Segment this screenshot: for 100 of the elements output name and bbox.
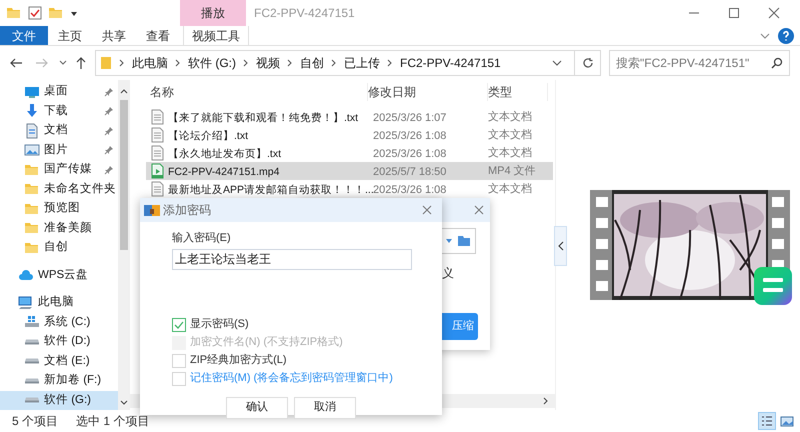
nav-item[interactable]: 桌面 xyxy=(0,82,118,102)
chevron-right-icon xyxy=(543,397,549,405)
close-icon[interactable] xyxy=(422,205,432,215)
ribbon-tab[interactable]: 视频工具 xyxy=(183,26,249,45)
dropdown-caret-icon[interactable] xyxy=(70,9,78,17)
scrollbar-thumb[interactable] xyxy=(120,100,128,250)
breadcrumb-item[interactable]: 视频 xyxy=(256,54,280,72)
file-name: 最新地址及APP请发邮箱自动获取！！！... xyxy=(168,184,374,196)
ribbon-tab[interactable]: 共享 xyxy=(92,26,136,45)
file-row[interactable]: 【永久地址发布页】.txt 2025/3/26 1:08 文本文档 xyxy=(146,144,553,162)
nav-item[interactable]: WPS云盘 xyxy=(0,266,118,285)
nav-item[interactable]: 国产传媒 xyxy=(0,160,118,180)
video-file-icon xyxy=(150,163,164,179)
dialog-button[interactable]: 确认 xyxy=(226,396,288,418)
close-icon[interactable] xyxy=(768,7,780,19)
file-date: 2025/3/26 1:07 xyxy=(373,112,446,124)
checkbox-icon[interactable] xyxy=(28,6,42,20)
column-header[interactable]: 名称 xyxy=(150,83,368,101)
chevron-down-icon[interactable] xyxy=(59,59,67,67)
refresh-icon[interactable] xyxy=(582,57,594,69)
checkbox-label[interactable]: ZIP经典加密方式(L) xyxy=(190,352,287,369)
chevron-down-icon[interactable] xyxy=(552,59,562,67)
chevron-up-icon xyxy=(120,88,128,94)
ribbon-tab[interactable]: 文件 xyxy=(0,26,48,45)
collapse-button[interactable] xyxy=(554,226,567,266)
chevron-right-icon xyxy=(175,59,181,67)
nav-item[interactable]: 预览图 xyxy=(0,199,118,218)
ribbon-tab[interactable]: 查看 xyxy=(136,26,180,45)
scrollbar[interactable] xyxy=(118,80,130,410)
file-row[interactable]: 最新地址及APP请发邮箱自动获取！！！...2025/3/26 1:08 文本文档 xyxy=(146,180,553,198)
drive-icon xyxy=(24,358,40,364)
archive-icon xyxy=(144,203,160,217)
dialog-title: 添加密码 xyxy=(163,202,211,219)
nav-item[interactable]: 文档 (E:) xyxy=(0,352,118,371)
breadcrumb-item[interactable]: FC2-PPV-4247151 xyxy=(400,54,501,72)
nav-item[interactable]: 未命名文件夹 xyxy=(0,180,118,199)
file-row[interactable]: 【论坛介绍】.txt 2025/3/26 1:08 文本文档 xyxy=(146,126,553,144)
file-type: 文本文档 xyxy=(488,110,532,125)
search-field[interactable]: 搜索"FC2-PPV-4247151" xyxy=(609,50,790,76)
breadcrumb-item[interactable]: 已上传 xyxy=(344,54,380,72)
nav-item[interactable]: 软件 (D:) xyxy=(0,332,118,352)
option-text: 义 xyxy=(442,265,454,282)
close-icon[interactable] xyxy=(474,205,484,215)
search-icon xyxy=(771,57,783,69)
list-view-icon xyxy=(761,415,773,427)
breadcrumb-item[interactable]: 此电脑 xyxy=(132,54,168,72)
password-field[interactable]: 上老王论坛当老王 xyxy=(172,248,412,270)
folder-icon[interactable] xyxy=(457,235,471,247)
document-icon xyxy=(24,122,40,139)
file-type: MP4 文件 xyxy=(488,164,536,179)
checkbox[interactable] xyxy=(172,354,186,368)
window-title: FC2-PPV-4247151 xyxy=(253,5,356,22)
column-header[interactable]: 类型 xyxy=(488,83,548,101)
dialog-button[interactable]: 取消 xyxy=(294,396,356,418)
up-arrow-icon[interactable] xyxy=(75,56,87,70)
back-arrow-icon[interactable] xyxy=(9,57,23,69)
help-icon[interactable] xyxy=(778,28,794,44)
breadcrumb-item[interactable]: 自创 xyxy=(300,54,324,72)
text-file-icon xyxy=(150,181,164,197)
text-file-icon xyxy=(150,109,164,125)
drive-icon xyxy=(24,338,40,345)
address-bar[interactable]: 此电脑 软件 (G:) 视频 自创 已上传 FC2-PPV-4247151 xyxy=(95,50,601,76)
chevron-down-icon[interactable] xyxy=(760,30,770,40)
nav-item[interactable]: 准备美颜 xyxy=(0,218,118,238)
nav-item[interactable]: 系统 (C:) xyxy=(0,312,118,332)
file-date: 2025/3/26 1:08 xyxy=(373,184,446,196)
download-arrow-icon xyxy=(24,103,40,120)
thumbnail-view-icon[interactable] xyxy=(780,415,794,427)
chevron-right-icon xyxy=(287,59,293,67)
details-view-button[interactable] xyxy=(758,412,776,430)
chevron-right-icon xyxy=(331,59,337,67)
text-file-icon xyxy=(150,127,164,143)
nav-item[interactable]: 此电脑 xyxy=(0,293,118,312)
nav-item[interactable]: 下载 xyxy=(0,102,118,121)
drive-icon xyxy=(24,378,40,384)
chevron-down-icon xyxy=(120,400,128,406)
file-name: 【来了就能下载和观看！纯免费！】.txt xyxy=(168,112,358,124)
checkbox[interactable] xyxy=(172,372,186,386)
nav-item[interactable]: 自创 xyxy=(0,238,118,258)
folder-icon xyxy=(100,56,112,70)
file-type: 文本文档 xyxy=(488,182,532,197)
file-row[interactable]: FC2-PPV-4247151.mp4 2025/5/7 18:50 MP4 文件 xyxy=(146,162,553,180)
nav-item[interactable]: 图片 xyxy=(0,140,118,160)
column-header[interactable]: 修改日期 xyxy=(368,83,488,101)
maximize-icon[interactable] xyxy=(728,7,740,19)
breadcrumb-item[interactable]: 软件 (G:) xyxy=(188,54,236,72)
nav-item[interactable]: 文档 xyxy=(0,121,118,140)
nav-item[interactable]: 新加卷 (F:) xyxy=(0,371,118,390)
field-label: 输入密码(E) xyxy=(172,230,232,246)
file-type: 文本文档 xyxy=(488,128,532,143)
nav-item[interactable]: 软件 (G:) xyxy=(0,390,118,410)
ribbon-tab[interactable]: 主页 xyxy=(48,26,92,45)
checkbox[interactable] xyxy=(172,318,186,332)
chevron-left-icon xyxy=(558,241,564,251)
app-icon xyxy=(754,267,792,305)
file-row[interactable]: 【来了就能下载和观看！纯免费！】.txt 2025/3/26 1:07 文本文档 xyxy=(146,108,553,126)
checkbox-label[interactable]: 显示密码(S) xyxy=(190,316,249,333)
drive-icon xyxy=(24,397,40,404)
chevron-right-icon xyxy=(387,59,393,67)
file-name: 【论坛介绍】.txt xyxy=(168,130,248,142)
